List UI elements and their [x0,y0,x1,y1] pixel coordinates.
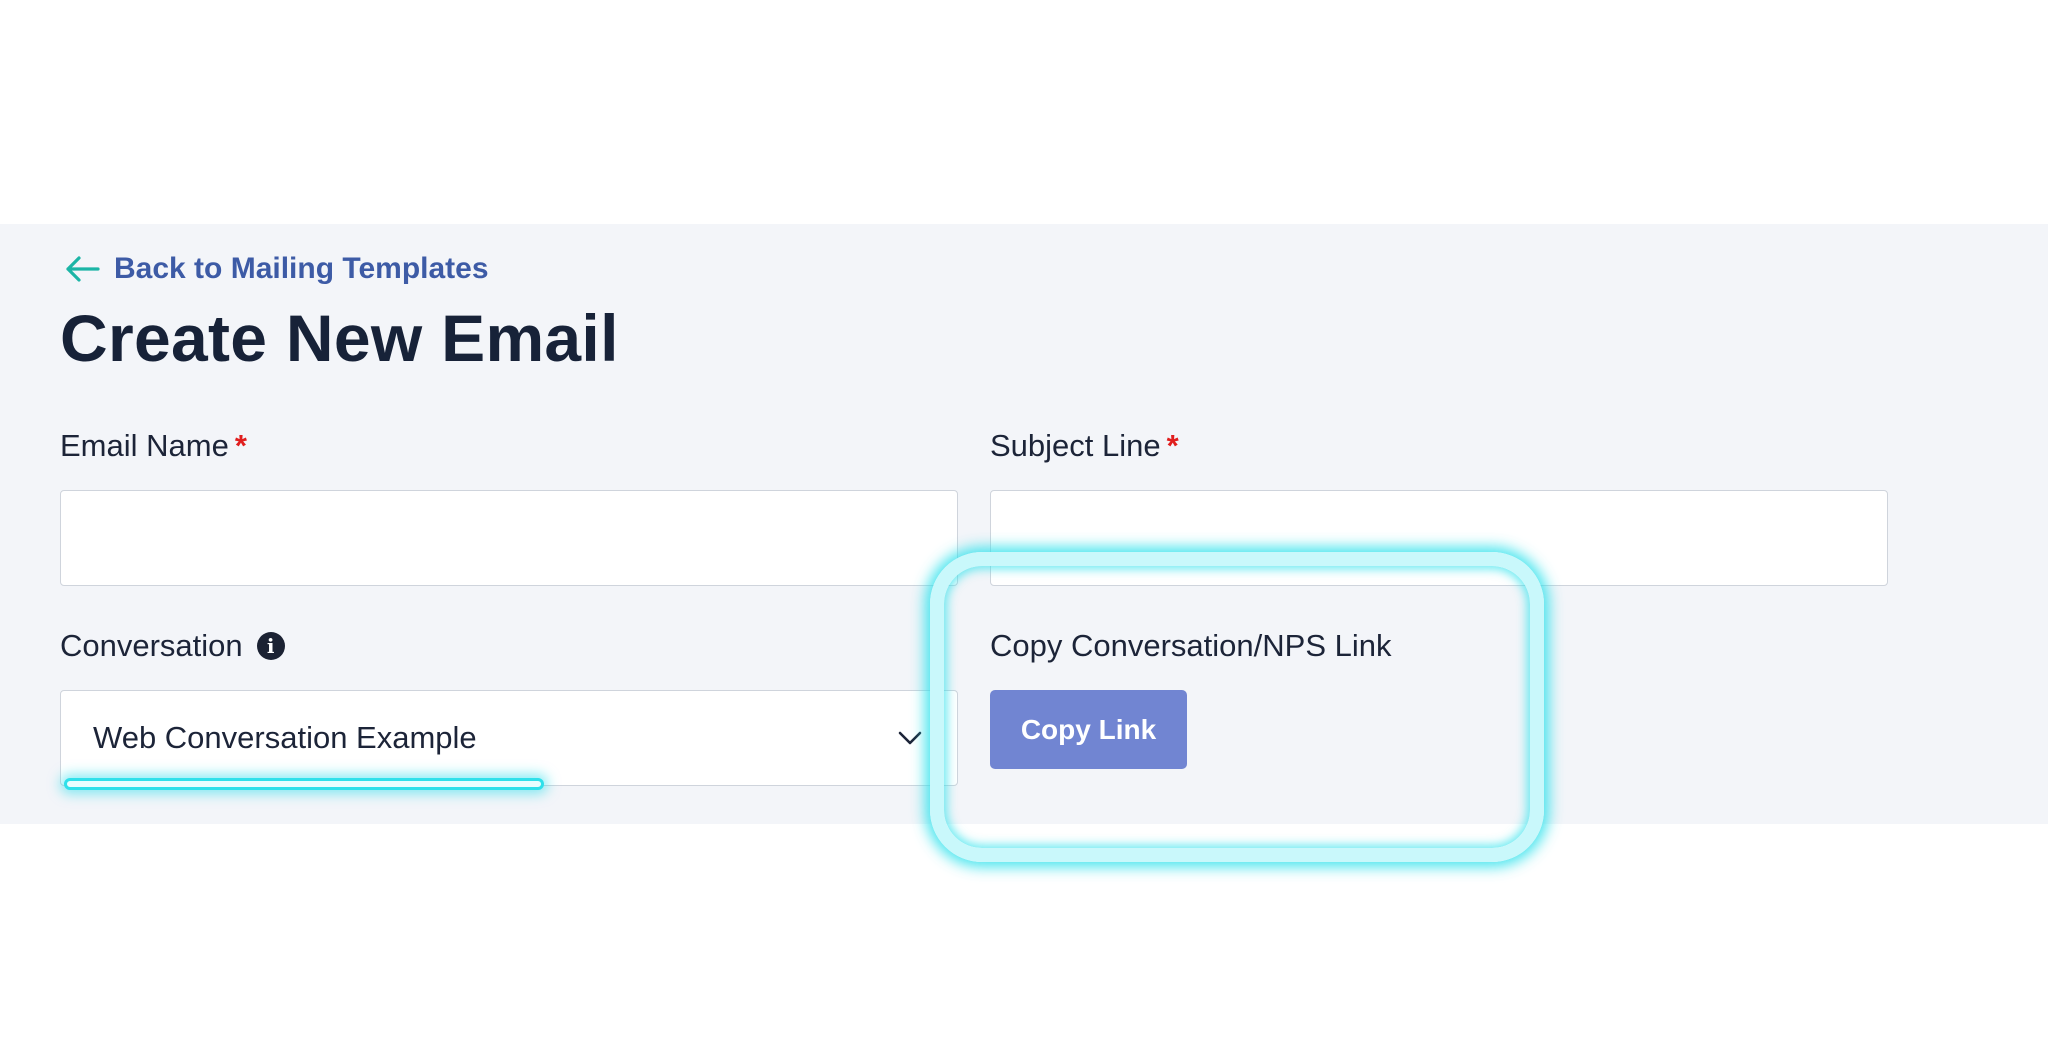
conversation-label-text: Conversation [60,628,243,663]
arrow-left-icon [66,256,100,282]
subject-line-label: Subject Line * [990,428,1179,464]
copy-link-label: Copy Conversation/NPS Link [990,628,1391,664]
subject-line-label-text: Subject Line [990,428,1161,463]
email-name-input[interactable] [60,490,958,586]
email-name-label: Email Name * [60,428,247,464]
conversation-label: Conversation i [60,628,285,664]
email-name-label-text: Email Name [60,428,229,463]
subject-line-input[interactable] [990,490,1888,586]
info-icon[interactable]: i [256,632,285,660]
required-marker: * [234,428,247,463]
conversation-select-value: Web Conversation Example [93,720,477,755]
copy-link-label-text: Copy Conversation/NPS Link [990,628,1392,663]
back-to-mailing-templates-link[interactable]: Back to Mailing Templates [64,252,489,286]
back-link-label: Back to Mailing Templates [114,252,489,285]
conversation-select[interactable]: Web Conversation Example [60,690,958,786]
chevron-down-icon [898,731,922,745]
page-title: Create New Email [60,301,619,375]
required-marker: * [1166,428,1179,463]
copy-link-button[interactable]: Copy Link [990,690,1187,769]
highlight-underline [64,778,544,790]
